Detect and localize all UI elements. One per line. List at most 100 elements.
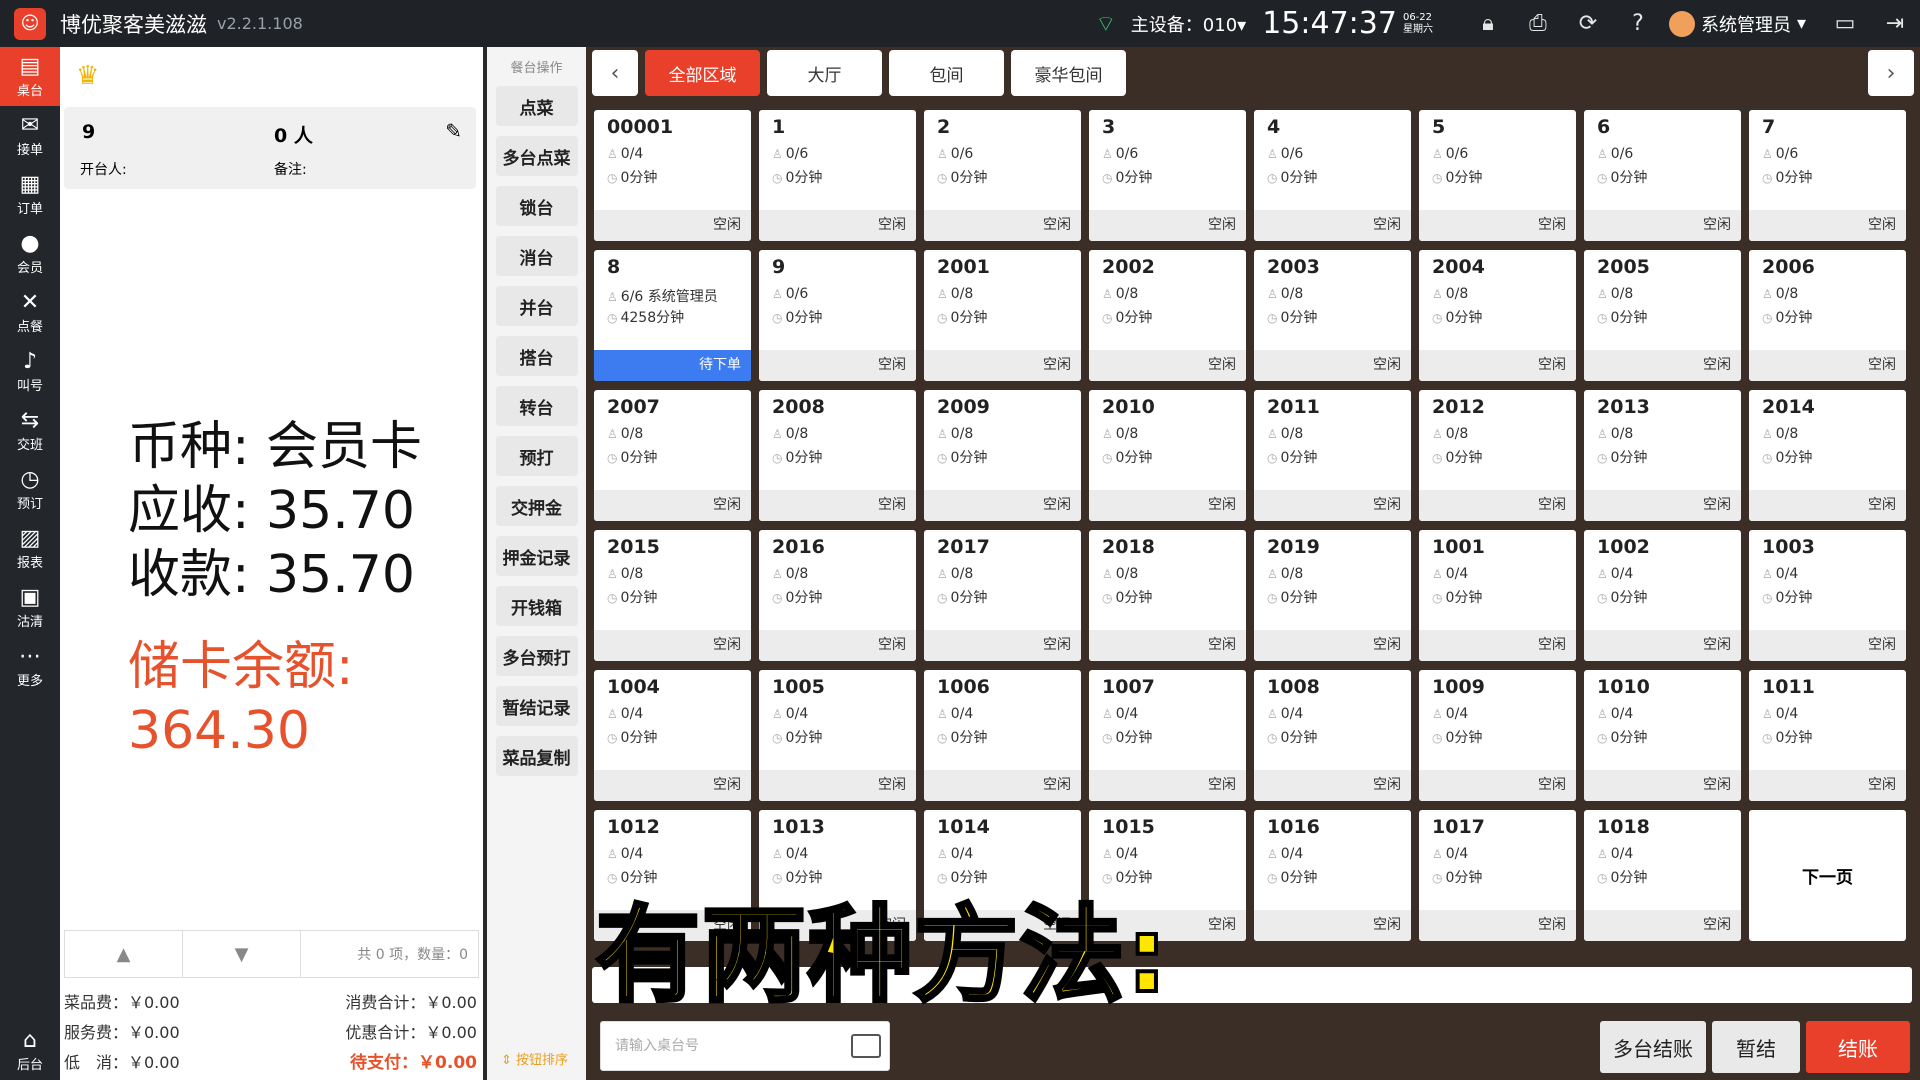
table-card[interactable]: 1008 ♙ 0/4 ◷ 0分钟 空闲 [1254, 670, 1411, 801]
user-menu[interactable]: 系统管理员 ▾ [1668, 10, 1806, 37]
table-card[interactable]: 1010 ♙ 0/4 ◷ 0分钟 空闲 [1584, 670, 1741, 801]
table-card[interactable]: 1017 ♙ 0/4 ◷ 0分钟 空闲 [1419, 810, 1576, 941]
op-button-6[interactable]: 转台 [495, 386, 578, 426]
table-card[interactable]: 1001 ♙ 0/4 ◷ 0分钟 空闲 [1419, 530, 1576, 661]
op-button-7[interactable]: 预打 [495, 436, 578, 476]
lock-icon[interactable]: 🔒︎ [1473, 9, 1503, 39]
table-card[interactable]: 1009 ♙ 0/4 ◷ 0分钟 空闲 [1419, 670, 1576, 801]
table-card[interactable]: 2 ♙ 0/6 ◷ 0分钟 空闲 [924, 110, 1081, 241]
table-card[interactable]: 9 ♙ 0/6 ◷ 0分钟 空闲 [759, 250, 916, 381]
table-card[interactable]: 2016 ♙ 0/8 ◷ 0分钟 空闲 [759, 530, 916, 661]
clock-icon: ◷ [1762, 731, 1773, 745]
op-button-11[interactable]: 多台预打 [495, 636, 578, 676]
sidebar-item-3[interactable]: ● 会员 [0, 224, 60, 283]
table-card[interactable]: 2017 ♙ 0/8 ◷ 0分钟 空闲 [924, 530, 1081, 661]
table-card[interactable]: 5 ♙ 0/6 ◷ 0分钟 空闲 [1419, 110, 1576, 241]
table-card[interactable]: 1007 ♙ 0/4 ◷ 0分钟 空闲 [1089, 670, 1246, 801]
op-button-4[interactable]: 并台 [495, 286, 578, 326]
help-icon[interactable]: ? [1623, 9, 1653, 39]
page-down-button[interactable]: ▼ [183, 931, 301, 977]
table-card[interactable]: 2014 ♙ 0/8 ◷ 0分钟 空闲 [1749, 390, 1906, 521]
table-card[interactable]: 2009 ♙ 0/8 ◷ 0分钟 空闲 [924, 390, 1081, 521]
sidebar-item-0[interactable]: ▤ 桌台 [0, 47, 60, 106]
sidebar-item-1[interactable]: ✉ 接单 [0, 106, 60, 165]
table-card[interactable]: 2010 ♙ 0/8 ◷ 0分钟 空闲 [1089, 390, 1246, 521]
sidebar-item-7[interactable]: ◷ 预订 [0, 460, 60, 519]
table-card[interactable]: 1 ♙ 0/6 ◷ 0分钟 空闲 [759, 110, 916, 241]
table-card[interactable]: 2013 ♙ 0/8 ◷ 0分钟 空闲 [1584, 390, 1741, 521]
tab-2[interactable]: 包间 [889, 50, 1004, 96]
op-button-9[interactable]: 押金记录 [495, 536, 578, 576]
table-card[interactable]: 00001 ♙ 0/4 ◷ 0分钟 空闲 [594, 110, 751, 241]
table-card[interactable]: 2001 ♙ 0/8 ◷ 0分钟 空闲 [924, 250, 1081, 381]
table-card[interactable]: 2019 ♙ 0/8 ◷ 0分钟 空闲 [1254, 530, 1411, 661]
device-selector[interactable]: 主设备：010▾ [1131, 11, 1246, 37]
multi-checkout-button[interactable]: 多台结账 [1600, 1021, 1706, 1073]
table-card[interactable]: 2008 ♙ 0/8 ◷ 0分钟 空闲 [759, 390, 916, 521]
table-card[interactable]: 1006 ♙ 0/4 ◷ 0分钟 空闲 [924, 670, 1081, 801]
op-button-1[interactable]: 多台点菜 [495, 136, 578, 176]
table-card[interactable]: 2006 ♙ 0/8 ◷ 0分钟 空闲 [1749, 250, 1906, 381]
table-card[interactable]: 7 ♙ 0/6 ◷ 0分钟 空闲 [1749, 110, 1906, 241]
sidebar-item-backend[interactable]: ⌂ 后台 [0, 1021, 60, 1080]
time-info: ◷ 0分钟 [1102, 307, 1152, 327]
current-table-card[interactable]: 9 0 人 ✎ 开台人: 备注: [64, 107, 476, 189]
table-card[interactable]: 1002 ♙ 0/4 ◷ 0分钟 空闲 [1584, 530, 1741, 661]
table-card[interactable]: 1003 ♙ 0/4 ◷ 0分钟 空闲 [1749, 530, 1906, 661]
edit-icon[interactable]: ✎ [445, 119, 462, 143]
sidebar-item-10[interactable]: ⋯ 更多 [0, 637, 60, 696]
op-button-8[interactable]: 交押金 [495, 486, 578, 526]
op-button-10[interactable]: 开钱箱 [495, 586, 578, 626]
seat-info: ♙ 0/4 [607, 706, 643, 722]
table-card[interactable]: 2002 ♙ 0/8 ◷ 0分钟 空闲 [1089, 250, 1246, 381]
table-card[interactable]: 2003 ♙ 0/8 ◷ 0分钟 空闲 [1254, 250, 1411, 381]
table-card[interactable]: 3 ♙ 0/6 ◷ 0分钟 空闲 [1089, 110, 1246, 241]
table-card[interactable]: 1005 ♙ 0/4 ◷ 0分钟 空闲 [759, 670, 916, 801]
table-card[interactable]: 1004 ♙ 0/4 ◷ 0分钟 空闲 [594, 670, 751, 801]
table-card[interactable]: 6 ♙ 0/6 ◷ 0分钟 空闲 [1584, 110, 1741, 241]
checkout-button[interactable]: 结账 [1806, 1021, 1910, 1073]
exit-icon[interactable]: ⇥ [1880, 9, 1910, 39]
op-button-3[interactable]: 消台 [495, 236, 578, 276]
tab-0[interactable]: 全部区域 [645, 50, 760, 96]
sidebar-item-2[interactable]: ▦ 订单 [0, 165, 60, 224]
table-card[interactable]: 2007 ♙ 0/8 ◷ 0分钟 空闲 [594, 390, 751, 521]
page-up-button[interactable]: ▲ [65, 931, 183, 977]
table-card[interactable]: 8 ♙ 6/6 系统管理员 ◷ 4258分钟 待下单 [594, 250, 751, 381]
table-card[interactable]: 2011 ♙ 0/8 ◷ 0分钟 空闲 [1254, 390, 1411, 521]
table-card[interactable]: 2012 ♙ 0/8 ◷ 0分钟 空闲 [1419, 390, 1576, 521]
table-card[interactable]: 1011 ♙ 0/4 ◷ 0分钟 空闲 [1749, 670, 1906, 801]
keyboard-icon[interactable] [851, 1034, 881, 1058]
tab-1[interactable]: 大厅 [767, 50, 882, 96]
op-button-13[interactable]: 菜品复制 [495, 736, 578, 776]
tabs-next-button[interactable]: › [1868, 50, 1914, 96]
table-name: 9 [82, 121, 96, 143]
sidebar-item-4[interactable]: ✕ 点餐 [0, 283, 60, 342]
minutes: 0分钟 [1610, 590, 1648, 606]
table-card[interactable]: 2004 ♙ 0/8 ◷ 0分钟 空闲 [1419, 250, 1576, 381]
sidebar-item-5[interactable]: ♪ 叫号 [0, 342, 60, 401]
table-card[interactable]: 1016 ♙ 0/4 ◷ 0分钟 空闲 [1254, 810, 1411, 941]
tab-3[interactable]: 豪华包间 [1011, 50, 1126, 96]
sort-buttons-link[interactable]: ⇕ 按钮排序 [501, 1049, 568, 1068]
next-page-button[interactable]: 下一页 [1749, 810, 1906, 941]
sidebar-item-6[interactable]: ⇆ 交班 [0, 401, 60, 460]
tabs-prev-button[interactable]: ‹ [592, 50, 638, 96]
op-button-0[interactable]: 点菜 [495, 86, 578, 126]
temp-checkout-button[interactable]: 暂结 [1712, 1021, 1800, 1073]
table-search-input[interactable]: 请输入桌台号 [600, 1021, 890, 1071]
refresh-icon[interactable]: ⟳ [1573, 9, 1603, 39]
table-card[interactable]: 4 ♙ 0/6 ◷ 0分钟 空闲 [1254, 110, 1411, 241]
table-card[interactable]: 2018 ♙ 0/8 ◷ 0分钟 空闲 [1089, 530, 1246, 661]
table-card[interactable]: 2005 ♙ 0/8 ◷ 0分钟 空闲 [1584, 250, 1741, 381]
window-icon[interactable]: ▭ [1830, 9, 1860, 39]
table-card[interactable]: 2015 ♙ 0/8 ◷ 0分钟 空闲 [594, 530, 751, 661]
op-button-12[interactable]: 暂结记录 [495, 686, 578, 726]
table-status: 空闲 [1089, 770, 1246, 801]
table-card[interactable]: 1018 ♙ 0/4 ◷ 0分钟 空闲 [1584, 810, 1741, 941]
printer-icon[interactable]: ⎙ [1523, 9, 1553, 39]
op-button-5[interactable]: 搭台 [495, 336, 578, 376]
sidebar-item-9[interactable]: ▣ 沽清 [0, 578, 60, 637]
op-button-2[interactable]: 锁台 [495, 186, 578, 226]
sidebar-item-8[interactable]: ▨ 报表 [0, 519, 60, 578]
